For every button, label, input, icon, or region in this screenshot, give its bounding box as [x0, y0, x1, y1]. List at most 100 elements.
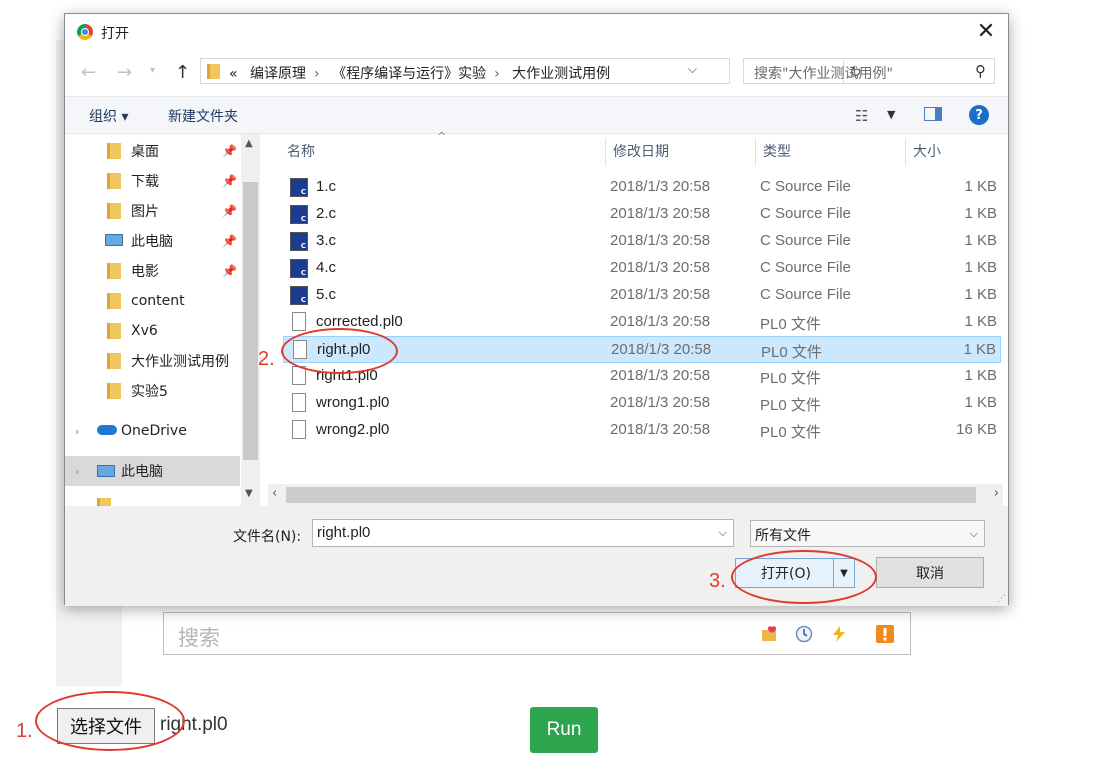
scroll-left-icon[interactable]: ‹: [272, 486, 277, 501]
file-name: 3.c: [316, 232, 337, 249]
pictures-folder-icon: [107, 203, 121, 219]
organize-button[interactable]: 组织 ▾: [89, 106, 128, 126]
chevron-down-icon[interactable]: ⌵: [719, 526, 727, 540]
tree-item-desktop[interactable]: 桌面 📌: [65, 136, 240, 166]
pin-icon[interactable]: 📌: [222, 264, 237, 278]
scroll-down-icon[interactable]: ▼: [245, 488, 253, 499]
open-button-label[interactable]: 打开(O): [736, 559, 836, 587]
column-header-name[interactable]: 名称: [287, 134, 315, 168]
address-bar[interactable]: « 编译原理 › 《程序编译与运行》实验 › 大作业测试用例 ⌵ ↻: [200, 58, 862, 84]
c-file-icon: [290, 205, 308, 224]
file-row-selected[interactable]: right.pl0 2018/1/3 20:58 PL0 文件 1 KB: [283, 336, 1001, 363]
back-arrow-icon[interactable]: ←: [81, 62, 96, 83]
chevron-down-icon[interactable]: ▼: [887, 108, 895, 121]
file-row[interactable]: 2.c 2018/1/3 20:58 C Source File 1 KB: [283, 201, 1001, 228]
tree-scroll-thumb[interactable]: [243, 182, 258, 460]
breadcrumb-item[interactable]: 《程序编译与运行》实验: [332, 66, 486, 82]
preview-pane-icon[interactable]: [924, 107, 942, 121]
chevron-right-icon[interactable]: ›: [75, 425, 79, 438]
close-icon[interactable]: ✕: [974, 18, 998, 44]
chevron-down-icon[interactable]: ⌵: [970, 527, 978, 541]
open-dropdown-icon[interactable]: ▼: [833, 559, 854, 587]
chevron-right-icon[interactable]: ›: [314, 66, 320, 82]
pin-icon[interactable]: 📌: [222, 174, 237, 188]
folder-icon: [107, 323, 121, 339]
history-icon[interactable]: [794, 624, 814, 644]
folder-icon: [107, 353, 121, 369]
forward-arrow-icon[interactable]: →: [117, 62, 132, 83]
document-icon: [292, 366, 306, 385]
file-list-horizontal-scrollbar[interactable]: ‹ ›: [268, 484, 1003, 506]
column-divider[interactable]: [755, 138, 756, 166]
column-divider[interactable]: [905, 138, 906, 166]
horizontal-scroll-thumb[interactable]: [286, 487, 976, 503]
scroll-right-icon[interactable]: ›: [994, 486, 999, 501]
resize-grip-icon[interactable]: ⋰: [997, 594, 1006, 604]
file-row[interactable]: wrong2.pl0 2018/1/3 20:58 PL0 文件 16 KB: [283, 417, 1001, 444]
file-row[interactable]: 4.c 2018/1/3 20:58 C Source File 1 KB: [283, 255, 1001, 282]
tree-item-xv6[interactable]: Xv6: [65, 316, 240, 346]
file-date: 2018/1/3 20:58: [611, 341, 712, 358]
chevron-down-icon[interactable]: ⌵: [688, 62, 697, 77]
folder-search-placeholder: 搜索"大作业测试用例": [754, 66, 893, 82]
file-row[interactable]: 5.c 2018/1/3 20:58 C Source File 1 KB: [283, 282, 1001, 309]
filter-value: 所有文件: [755, 528, 811, 544]
tree-item-this-pc-quick[interactable]: 此电脑 📌: [65, 226, 240, 256]
help-icon[interactable]: ?: [969, 105, 989, 125]
command-toolbar: 组织 ▾ 新建文件夹 ☷ ▼ ?: [65, 96, 1008, 134]
tree-item-content[interactable]: content: [65, 286, 240, 316]
file-row[interactable]: corrected.pl0 2018/1/3 20:58 PL0 文件 1 KB: [283, 309, 1001, 336]
pin-icon[interactable]: 📌: [222, 144, 237, 158]
favorites-icon[interactable]: [760, 624, 780, 644]
file-row[interactable]: 3.c 2018/1/3 20:58 C Source File 1 KB: [283, 228, 1001, 255]
chevron-right-icon[interactable]: ›: [75, 465, 79, 478]
file-row[interactable]: right1.pl0 2018/1/3 20:58 PL0 文件 1 KB: [283, 363, 1001, 390]
recent-locations-icon[interactable]: ▾: [150, 65, 155, 76]
folder-icon: [107, 263, 121, 279]
cancel-button[interactable]: 取消: [876, 557, 984, 588]
file-type-filter-select[interactable]: 所有文件 ⌵: [750, 520, 985, 547]
address-overflow[interactable]: «: [229, 66, 238, 82]
tree-item-partial: [65, 489, 240, 506]
file-date: 2018/1/3 20:58: [610, 232, 711, 249]
tree-item-downloads[interactable]: 下载 📌: [65, 166, 240, 196]
filename-input[interactable]: right.pl0 ⌵: [312, 519, 734, 547]
pin-icon[interactable]: 📌: [222, 204, 237, 218]
column-header-size[interactable]: 大小: [913, 134, 941, 168]
tree-item-lab5[interactable]: 实验5: [65, 376, 240, 406]
column-header-type[interactable]: 类型: [763, 134, 791, 168]
file-name: wrong1.pl0: [316, 394, 390, 411]
alert-icon[interactable]: [875, 624, 895, 644]
file-date: 2018/1/3 20:58: [610, 313, 711, 330]
tree-item-onedrive[interactable]: › OneDrive: [65, 416, 240, 446]
file-row[interactable]: 1.c 2018/1/3 20:58 C Source File 1 KB: [283, 174, 1001, 201]
document-icon: [293, 340, 307, 359]
breadcrumb-item[interactable]: 大作业测试用例: [512, 66, 610, 82]
tree-item-movies[interactable]: 电影 📌: [65, 256, 240, 286]
run-button[interactable]: Run: [530, 707, 598, 753]
file-row[interactable]: wrong1.pl0 2018/1/3 20:58 PL0 文件 1 KB: [283, 390, 1001, 417]
scroll-up-icon[interactable]: ▲: [245, 138, 253, 149]
new-folder-button[interactable]: 新建文件夹: [168, 106, 238, 126]
open-button[interactable]: 打开(O) ▼: [735, 558, 855, 588]
pin-icon[interactable]: 📌: [222, 234, 237, 248]
view-options-icon[interactable]: ☷: [855, 107, 868, 125]
page-search-bar[interactable]: 搜索: [163, 612, 911, 655]
tree-item-this-pc[interactable]: › 此电脑: [65, 456, 240, 486]
choose-file-button[interactable]: 选择文件: [57, 708, 155, 744]
breadcrumb-item[interactable]: 编译原理: [250, 66, 306, 82]
file-name: right1.pl0: [316, 367, 378, 384]
file-name: right.pl0: [317, 341, 371, 358]
up-arrow-icon[interactable]: ↑: [175, 62, 190, 83]
column-header-date[interactable]: 修改日期: [613, 134, 669, 168]
file-date: 2018/1/3 20:58: [610, 259, 711, 276]
file-size: 1 KB: [964, 178, 997, 195]
folder-search-input[interactable]: 搜索"大作业测试用例" ⚲: [743, 58, 995, 84]
tree-item-label: Xv6: [131, 323, 158, 339]
chevron-right-icon[interactable]: ›: [494, 66, 500, 82]
tree-item-pictures[interactable]: 图片 📌: [65, 196, 240, 226]
column-divider[interactable]: [605, 138, 606, 166]
tree-scrollbar[interactable]: ▲ ▼: [241, 134, 260, 506]
tree-item-test-cases[interactable]: 大作业测试用例: [65, 346, 240, 376]
lightning-icon[interactable]: [829, 624, 849, 644]
